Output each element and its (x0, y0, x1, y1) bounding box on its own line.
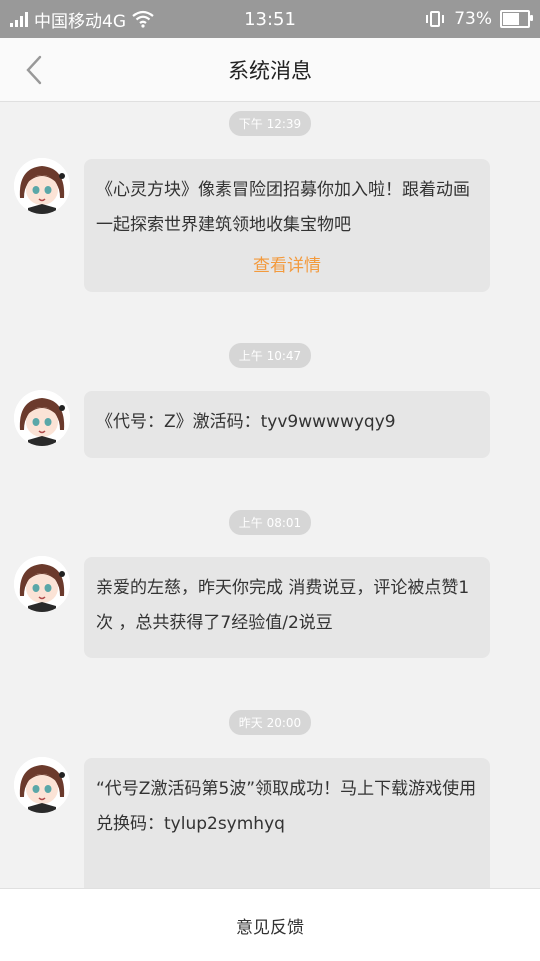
message-text: 《代号：Z》激活码：tyv9wwwwyqy9 (96, 412, 396, 432)
message-time: 下午 12:39 (0, 111, 540, 136)
battery-percent: 73% (454, 9, 492, 29)
feedback-button[interactable]: 意见反馈 (0, 888, 540, 961)
avatar[interactable] (14, 757, 70, 813)
avatar[interactable] (14, 158, 70, 214)
battery-fill (503, 13, 520, 25)
message-text: 亲爱的左慈，昨天你完成 消费说豆，评论被点赞1次 ，总共获得了7经验值/2说豆 (96, 578, 470, 633)
message-time: 上午 08:01 (0, 510, 540, 535)
page-title: 系统消息 (228, 58, 312, 83)
avatar-image (14, 390, 70, 446)
avatar[interactable] (14, 390, 70, 446)
message-time: 上午 10:47 (0, 343, 540, 368)
message-list[interactable]: 下午 12:39 《心灵方块》像素冒险团招募你加入啦！跟着动画一起探索世界建筑领… (0, 102, 540, 888)
message-bubble[interactable]: 《代号：Z》激活码：tyv9wwwwyqy9 (84, 391, 490, 458)
avatar-image (14, 556, 70, 612)
message-time: 昨天 20:00 (0, 710, 540, 735)
status-right: 73% (424, 0, 533, 38)
time-label: 昨天 20:00 (228, 710, 312, 735)
avatar[interactable] (14, 556, 70, 612)
avatar-image (14, 158, 70, 214)
status-bar: 中国移动4G 13:51 73% (0, 0, 540, 38)
time-label: 上午 08:01 (228, 510, 312, 535)
avatar-image (14, 757, 70, 813)
message-text: “代号Z激活码第5波”领取成功！马上下载游戏使用兑换码：tylup2symhyq (96, 779, 477, 834)
view-details-link[interactable]: 查看详情 (96, 249, 478, 284)
battery-icon (500, 10, 533, 28)
feedback-label: 意见反馈 (236, 917, 304, 938)
time-label: 下午 12:39 (228, 111, 312, 136)
message-bubble[interactable]: 《心灵方块》像素冒险团招募你加入啦！跟着动画一起探索世界建筑领地收集宝物吧 查看… (84, 159, 490, 292)
app-header: 系统消息 (0, 38, 540, 102)
message-bubble[interactable]: “代号Z激活码第5波”领取成功！马上下载游戏使用兑换码：tylup2symhyq (84, 758, 490, 888)
message-text: 《心灵方块》像素冒险团招募你加入啦！跟着动画一起探索世界建筑领地收集宝物吧 (96, 180, 470, 235)
time-label: 上午 10:47 (228, 343, 312, 368)
vibrate-icon (426, 11, 445, 27)
message-bubble[interactable]: 亲爱的左慈，昨天你完成 消费说豆，评论被点赞1次 ，总共获得了7经验值/2说豆 (84, 557, 490, 658)
